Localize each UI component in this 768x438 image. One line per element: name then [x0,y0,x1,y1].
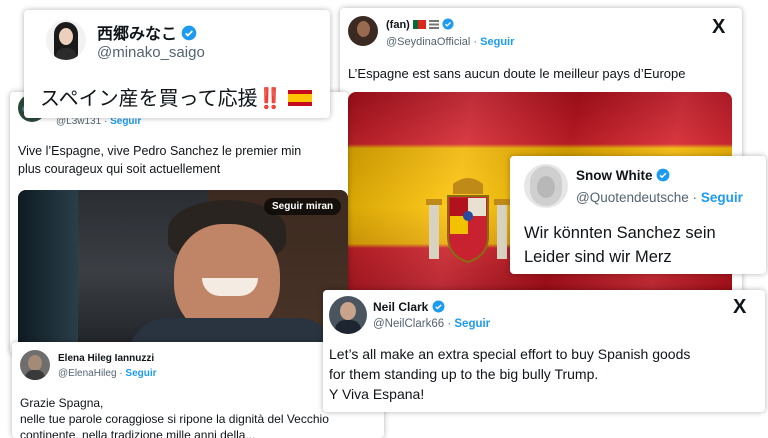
tweet-text: L’Espagne est sans aucun doute le meille… [348,66,686,81]
avatar[interactable] [20,350,50,380]
display-name[interactable]: (fan) [386,18,454,31]
tweet-card-l3w: @L3w131 · Seguir Vive l’Espagne, vive Pe… [10,92,348,354]
avatar[interactable] [46,20,86,60]
portugal-flag-icon [412,20,426,29]
tweet-card-snow-white: Snow White @Quotendeutsche · Seguir Wir … [510,156,766,274]
verified-badge-icon [442,18,454,30]
x-logo-icon[interactable]: X [712,16,725,39]
display-name[interactable]: Snow White [576,168,670,183]
tweet-text-line-1: Grazie Spagna, [20,396,104,410]
tweet-text-line-2: Leider sind wir Merz [524,248,672,266]
user-handle[interactable]: @NeilClark66 · Seguir [373,318,490,330]
video-thumbnail[interactable]: Seguir miran [18,190,348,354]
tweet-text-line-2: plus courageux qui soit actuellement [18,162,221,176]
tweet-text-line-3: Y Viva Espana! [329,386,425,402]
verified-badge-icon [432,300,445,313]
user-handle[interactable]: @ElenaHileg · Seguir [58,368,157,379]
tweet-text-line-1: Vive l’Espagne, vive Pedro Sanchez le pr… [18,144,302,158]
tweet-text: スペイン産を買って応援‼️ [40,82,313,111]
avatar[interactable] [524,164,568,208]
tweet-text-line-1: Wir könnten Sanchez sein [524,224,716,242]
tweet-text-line-3: continente, nella tradizione mille anni … [20,428,256,438]
display-name[interactable]: Elena Hileg Iannuzzi [58,353,154,364]
double-exclamation-icon: ‼️ [257,88,283,110]
follow-button[interactable]: Seguir [480,36,514,48]
spain-flag-icon [288,90,313,106]
tweet-text-line-1: Let’s all make an extra special effort t… [329,346,691,362]
user-handle[interactable]: @Quotendeutsche · Seguir [576,190,743,205]
tweet-text-line-2: nelle tue parole coraggiose si ripone la… [20,412,329,426]
tweet-text-line-2: for them standing up to the big bully Tr… [329,366,599,382]
user-handle[interactable]: @SeydinaOfficial · Seguir [386,36,514,48]
follow-button[interactable]: Seguir [454,318,490,330]
verified-badge-icon [182,25,197,41]
avatar[interactable] [348,16,378,46]
follow-button[interactable]: Seguir [701,190,743,205]
tweet-card-neil-clark: Neil Clark @NeilClark66 · Seguir X Let’s… [323,290,765,412]
list-icon [428,20,439,29]
tweet-card-minako: 西郷みなこ @minako_saigo スペイン産を買って応援‼️ [24,10,330,118]
verified-badge-icon [656,168,670,182]
user-handle[interactable]: @minako_saigo [97,44,205,61]
follow-overlay-button[interactable]: Seguir miran [264,198,342,215]
x-logo-icon[interactable]: X [733,296,746,319]
coat-of-arms-icon [426,178,510,264]
display-name[interactable]: 西郷みなこ [97,20,197,44]
avatar[interactable] [329,296,367,334]
display-name[interactable]: Neil Clark [373,300,445,314]
follow-button[interactable]: Seguir [125,368,156,379]
